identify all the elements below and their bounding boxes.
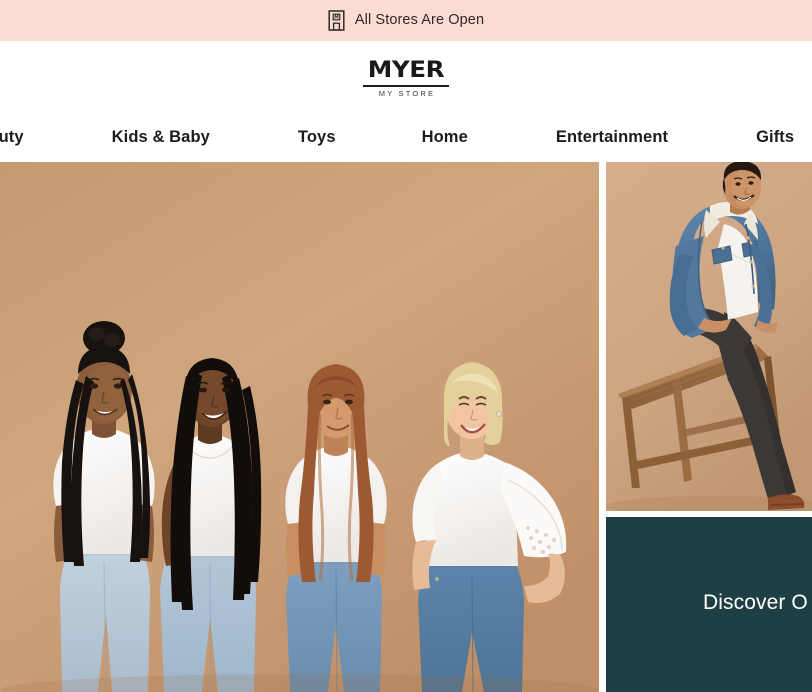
hero-side-image-menswear [606, 162, 812, 511]
nav-item-entertainment[interactable]: Entertainment [556, 129, 668, 146]
nav-item-gifts[interactable]: Gifts [756, 129, 794, 146]
nav-item-toys[interactable]: Toys [298, 129, 336, 146]
primary-navigation[interactable]: Beauty Kids & Baby Toys Home Entertainme… [0, 113, 812, 162]
nav-item-kids-and-baby[interactable]: Kids & Baby [112, 129, 210, 146]
header-logo-area: MYER MY STORE [0, 41, 812, 113]
logo-divider [363, 85, 449, 88]
hero-side-banner-promo[interactable]: Discover O [606, 517, 812, 692]
nav-item-beauty[interactable]: Beauty [0, 129, 24, 146]
myer-logo[interactable]: MYER MY STORE [363, 60, 449, 98]
svg-text:M: M [334, 15, 339, 21]
nav-item-home[interactable]: Home [422, 129, 468, 146]
store-front-icon: M [328, 10, 345, 31]
announcement-text: All Stores Are Open [354, 12, 485, 29]
nav-scroll-track[interactable]: Beauty Kids & Baby Toys Home Entertainme… [0, 113, 794, 162]
brand-name: MYER [367, 58, 445, 84]
page-root: M All Stores Are Open MYER MY STORE Beau… [0, 0, 812, 692]
hero-main-image [0, 162, 599, 692]
promo-heading: Discover O [703, 591, 808, 614]
brand-tagline: MY STORE [378, 89, 436, 99]
hero-side-banner-top[interactable] [606, 162, 812, 511]
hero-side-column: Discover O [606, 162, 812, 692]
announcement-bar[interactable]: M All Stores Are Open [0, 0, 812, 41]
hero-section: Discover O [0, 162, 812, 692]
hero-main-banner[interactable] [0, 162, 599, 692]
